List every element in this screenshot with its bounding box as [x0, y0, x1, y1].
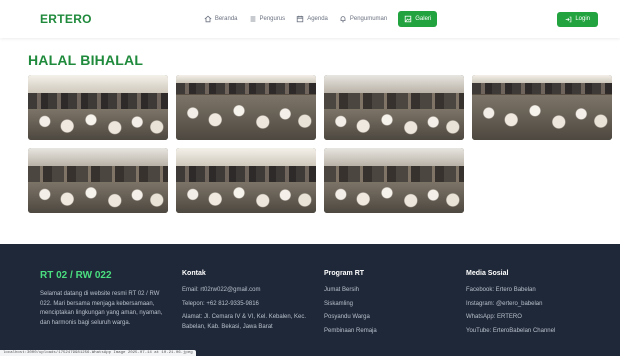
bell-icon — [340, 16, 346, 23]
contact-email[interactable]: Email: rt02rw022@gmail.com — [182, 286, 324, 296]
nav-link-label: Pengurus — [259, 16, 286, 22]
image-icon — [405, 15, 412, 23]
social-whatsapp[interactable]: WhatsApp: ERTERO — [466, 313, 606, 323]
nav-link-agenda[interactable]: Agenda — [296, 15, 328, 23]
nav-links: Beranda Pengurus Agenda Pengumuman Galer… — [204, 11, 438, 27]
contact-address: Alamat: Jl. Cemara IV & VI, Kel. Kebalen… — [182, 314, 307, 330]
footer-about: RT 02 / RW 022 Selamat datang di website… — [40, 268, 182, 356]
nav-link-label: Pengumuman — [349, 16, 388, 22]
gallery-photo[interactable] — [324, 148, 464, 213]
footer-heading: Media Sosial — [466, 270, 509, 277]
gallery-photo[interactable] — [176, 148, 316, 213]
home-icon — [204, 15, 212, 23]
program-item[interactable]: Pembinaan Remaja — [324, 327, 466, 337]
nav-link-label: Galeri — [415, 16, 432, 22]
program-item[interactable]: Siskamling — [324, 300, 466, 310]
login-button-label: Login — [575, 16, 590, 22]
footer-program: Program RT Jumat Bersih Siskamling Posya… — [324, 268, 466, 356]
program-item[interactable]: Jumat Bersih — [324, 286, 466, 296]
gallery-photo[interactable] — [28, 75, 168, 140]
nav-link-label: Agenda — [307, 16, 328, 22]
footer-brand: RT 02 / RW 022 — [40, 270, 112, 281]
contact-phone[interactable]: Telepon: +62 812-9335-9816 — [182, 300, 324, 310]
footer-heading: Program RT — [324, 270, 365, 277]
nav-link-label: Beranda — [214, 16, 238, 22]
nav-link-galeri[interactable]: Galeri — [398, 11, 438, 27]
gallery-photo[interactable] — [324, 75, 464, 140]
nav-link-pengurus[interactable]: Pengurus — [249, 15, 286, 23]
social-facebook[interactable]: Facebook: Ertero Babelan — [466, 286, 606, 296]
nav-link-beranda[interactable]: Beranda — [204, 15, 238, 23]
footer-contact: Kontak Email: rt02rw022@gmail.com Telepo… — [182, 268, 324, 356]
footer-heading: Kontak — [182, 270, 206, 277]
footer: RT 02 / RW 022 Selamat datang di website… — [0, 244, 620, 356]
gallery-photo[interactable] — [28, 148, 168, 213]
brand-logo[interactable]: ERTERO — [40, 12, 92, 26]
list-icon — [250, 16, 255, 22]
program-item[interactable]: Posyandu Warga — [324, 313, 466, 323]
gallery-photo[interactable] — [176, 75, 316, 140]
photo-gallery — [28, 75, 620, 213]
page-title: HALAL BIHALAL — [28, 52, 144, 68]
footer-description: Selamat datang di website resmi RT 02 / … — [40, 291, 163, 326]
gallery-section: HALAL BIHALAL — [0, 38, 620, 244]
gallery-photo[interactable] — [472, 75, 612, 140]
nav-link-pengumuman[interactable]: Pengumuman — [339, 15, 387, 23]
social-instagram[interactable]: Instagram: @ertero_babelan — [466, 300, 606, 310]
login-icon — [566, 16, 572, 22]
navbar: ERTERO Beranda Pengurus Agenda Pengumuma… — [0, 0, 620, 38]
social-youtube[interactable]: YouTube: ErteroBabelan Channel — [466, 327, 606, 337]
calendar-icon — [296, 15, 304, 23]
footer-social: Media Sosial Facebook: Ertero Babelan In… — [466, 268, 606, 356]
browser-status-url: localhost:3000/uploads/1752479981256-Wha… — [0, 350, 196, 356]
login-button[interactable]: Login — [557, 11, 598, 27]
